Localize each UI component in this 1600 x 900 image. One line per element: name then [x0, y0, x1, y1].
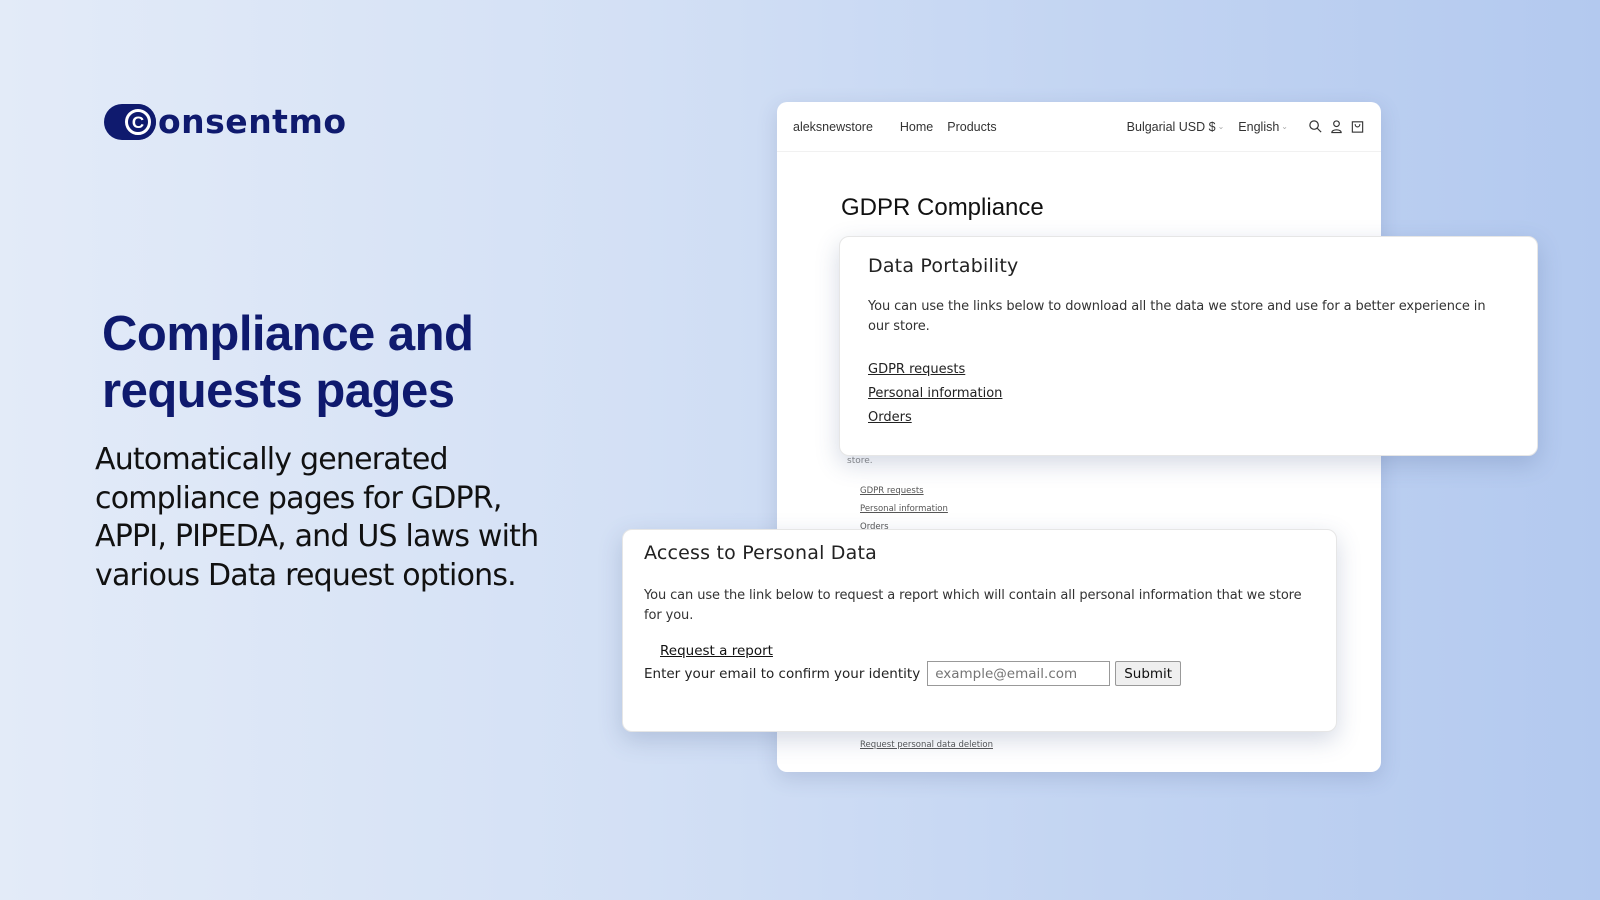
background-personal-information-link[interactable]: Personal information	[860, 504, 948, 514]
nav-products[interactable]: Products	[947, 120, 996, 134]
card-description: You can use the link below to request a …	[644, 588, 1302, 623]
email-input[interactable]	[927, 661, 1111, 686]
account-icon[interactable]	[1328, 119, 1344, 135]
store-header: aleksnewstore Home Products Bulgarial US…	[777, 102, 1381, 152]
access-personal-data-card: Access to Personal Data You can use the …	[622, 529, 1337, 732]
cart-icon[interactable]	[1349, 119, 1365, 135]
background-store-text: store.	[847, 456, 873, 466]
request-report-link[interactable]: Request a report	[660, 643, 773, 659]
email-label: Enter your email to confirm your identit…	[644, 665, 921, 682]
chevron-down-icon: ⌄	[1217, 122, 1225, 131]
orders-link[interactable]: Orders	[868, 406, 1509, 430]
submit-button[interactable]: Submit	[1115, 661, 1182, 686]
card-description: You can use the links below to download …	[868, 299, 1486, 334]
language-label: English	[1238, 119, 1280, 134]
headline-line-2: requests pages	[102, 364, 455, 418]
hero-headline: Compliance and requests pages	[102, 306, 582, 420]
hero-subtext: Automatically generated compliance pages…	[95, 442, 539, 593]
card-title: Access to Personal Data	[644, 542, 877, 564]
gdpr-requests-link[interactable]: GDPR requests	[868, 358, 1509, 382]
card-title: Data Portability	[868, 255, 1019, 277]
logo-mark: C	[104, 104, 156, 140]
store-name[interactable]: aleksnewstore	[793, 120, 873, 134]
search-icon[interactable]	[1307, 119, 1323, 135]
currency-selector[interactable]: Bulgarial USD $ ⌄	[1127, 120, 1225, 134]
language-selector[interactable]: English ⌄	[1238, 120, 1288, 134]
logo-letter: C	[125, 109, 151, 135]
logo-wordmark: onsentmo	[158, 101, 347, 141]
data-portability-card: Data Portability You can use the links b…	[839, 236, 1538, 456]
page-title: GDPR Compliance	[841, 194, 1044, 221]
background-gdpr-requests-link[interactable]: GDPR requests	[860, 486, 924, 496]
portability-links: GDPR requests Personal information Order…	[868, 358, 1509, 430]
headline-line-1: Compliance and	[102, 307, 474, 361]
chevron-down-icon: ⌄	[1281, 122, 1288, 131]
personal-information-link[interactable]: Personal information	[868, 382, 1509, 406]
email-confirm-row: Enter your email to confirm your identit…	[644, 661, 1315, 686]
nav-home[interactable]: Home	[900, 120, 933, 134]
request-deletion-link[interactable]: Request personal data deletion	[860, 740, 993, 750]
currency-label: Bulgarial USD $	[1126, 119, 1216, 134]
consentmo-logo: C onsentmo	[104, 102, 347, 142]
